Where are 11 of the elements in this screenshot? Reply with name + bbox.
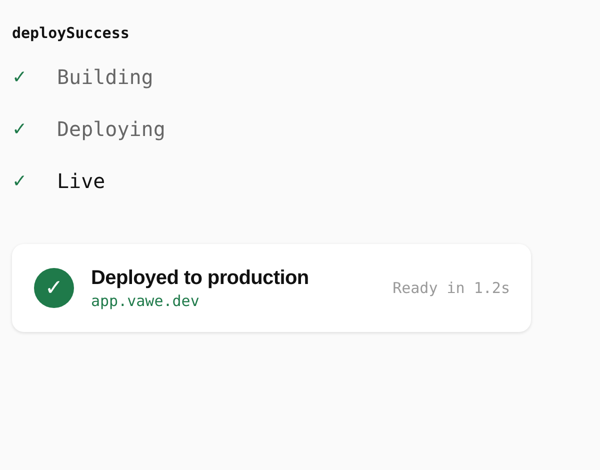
deploy-url: app.vawe.dev xyxy=(91,292,200,310)
step-label: Live xyxy=(57,169,106,193)
check-mark: ✓ xyxy=(12,66,28,88)
page-title: deploySuccess xyxy=(12,23,130,44)
status-icon: ✓ xyxy=(34,268,74,308)
card-title: Deployed to production xyxy=(91,266,310,290)
step-label: Building xyxy=(57,65,154,89)
ready-time: Ready in 1.2s xyxy=(392,279,510,297)
check-mark: ✓ xyxy=(12,118,28,140)
step-label: Deploying xyxy=(57,117,166,141)
check-mark: ✓ xyxy=(12,170,28,192)
